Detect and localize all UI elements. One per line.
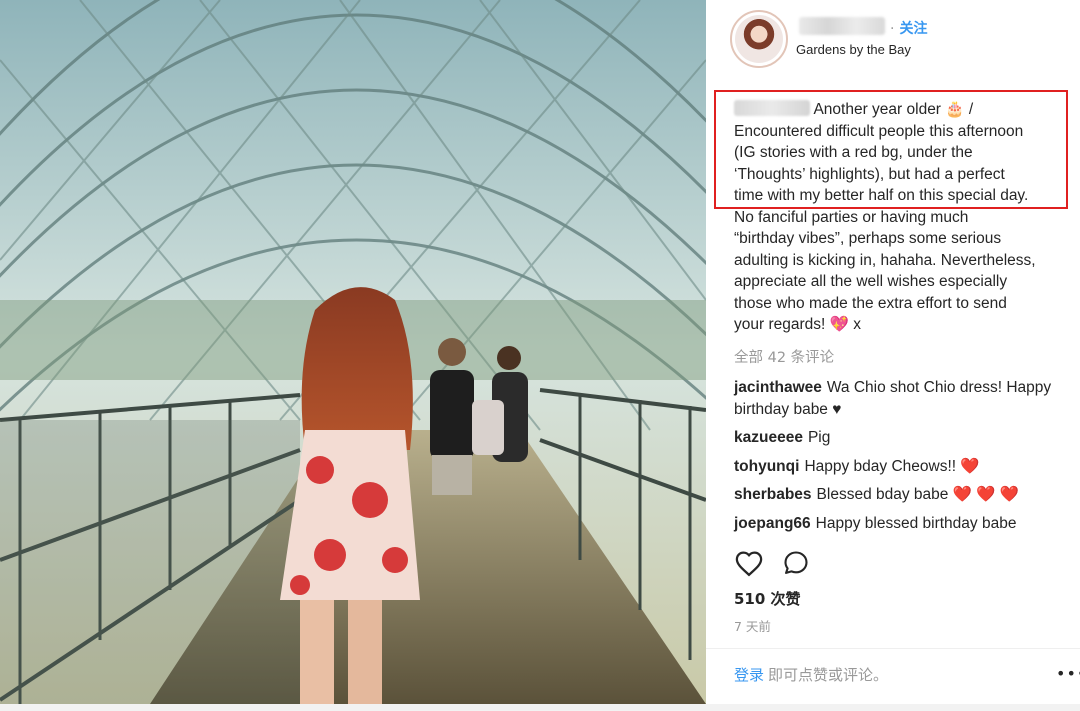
more-options-icon[interactable]: ••• xyxy=(1056,664,1080,683)
comment-item: tohyunqi Happy bday Cheows!! ❤️ xyxy=(734,456,1074,478)
username-redacted[interactable] xyxy=(799,17,885,35)
comment-text: Blessed bday babe ❤️ ❤️ ❤️ xyxy=(816,486,1020,503)
comment-list: jacinthawee Wa Chio shot Chio dress! Happ… xyxy=(734,377,1074,541)
divider xyxy=(706,648,1080,649)
post-caption: Another year older 🎂 / Encountered diffi… xyxy=(734,99,1070,336)
post-side-panel: · 关注 Gardens by the Bay Another year olde… xyxy=(706,0,1080,704)
view-all-comments-link[interactable]: 全部 42 条评论 xyxy=(734,346,834,367)
comment-username[interactable]: jacinthawee xyxy=(734,379,822,396)
login-prompt-text: 即可点赞或评论。 xyxy=(768,666,889,684)
caption-line-5: time with my better half on this special… xyxy=(734,187,1029,204)
bottom-strip xyxy=(0,704,1080,711)
login-prompt: 登录 即可点赞或评论。 xyxy=(734,664,888,685)
caption-line-2: Encountered difficult people this aftern… xyxy=(734,122,1024,140)
post-actions xyxy=(734,549,810,577)
like-count[interactable]: 510 次赞 xyxy=(734,588,801,609)
comment-username[interactable]: tohyunqi xyxy=(734,458,799,475)
comment-text: Happy bday Cheows!! ❤️ xyxy=(804,457,980,475)
comment-item: joepang66 Happy blessed birthday babe xyxy=(734,513,1074,535)
caption-line-7: “birthday vibes”, perhaps some serious xyxy=(734,230,1002,247)
comment-username[interactable]: joepang66 xyxy=(734,515,811,532)
comment-username[interactable]: sherbabes xyxy=(734,486,812,503)
caption-line-9: appreciate all the well wishes especiall… xyxy=(734,273,1008,290)
separator-dot: · xyxy=(890,21,895,37)
comment-text: Pig xyxy=(807,429,831,446)
comment-item: jacinthawee Wa Chio shot Chio dress! Happ… xyxy=(734,377,1074,420)
caption-line-1: Another year older 🎂 / xyxy=(734,99,1070,121)
caption-line-6: No fanciful parties or having much xyxy=(734,208,969,226)
location-link[interactable]: Gardens by the Bay xyxy=(796,42,911,57)
heart-icon[interactable] xyxy=(734,549,764,577)
comment-username[interactable]: kazueeee xyxy=(734,429,803,446)
greenhouse-scene xyxy=(0,0,706,704)
comment-text: Happy blessed birthday babe xyxy=(815,514,1017,532)
comment-item: kazueeee Pig xyxy=(734,427,1074,449)
login-link[interactable]: 登录 xyxy=(734,666,764,684)
post-timestamp[interactable]: 7 天前 xyxy=(734,616,771,635)
caption-line-3: (IG stories with a red bg, under the xyxy=(734,144,973,161)
follow-button[interactable]: · 关注 xyxy=(890,18,927,38)
caption-line-4: ‘Thoughts’ highlights), but had a perfec… xyxy=(734,165,1005,183)
post-photo[interactable] xyxy=(0,0,706,704)
avatar[interactable] xyxy=(730,10,788,68)
caption-line-10: those who made the extra effort to send xyxy=(734,294,1007,312)
caption-line-11: your regards! 💖 x xyxy=(734,316,861,333)
comment-item: sherbabes Blessed bday babe ❤️ ❤️ ❤️ xyxy=(734,484,1074,506)
caption-username-redacted[interactable] xyxy=(734,100,810,116)
comment-icon[interactable] xyxy=(782,549,810,577)
caption-line-8: adulting is kicking in, hahaha. Neverthe… xyxy=(734,251,1036,269)
